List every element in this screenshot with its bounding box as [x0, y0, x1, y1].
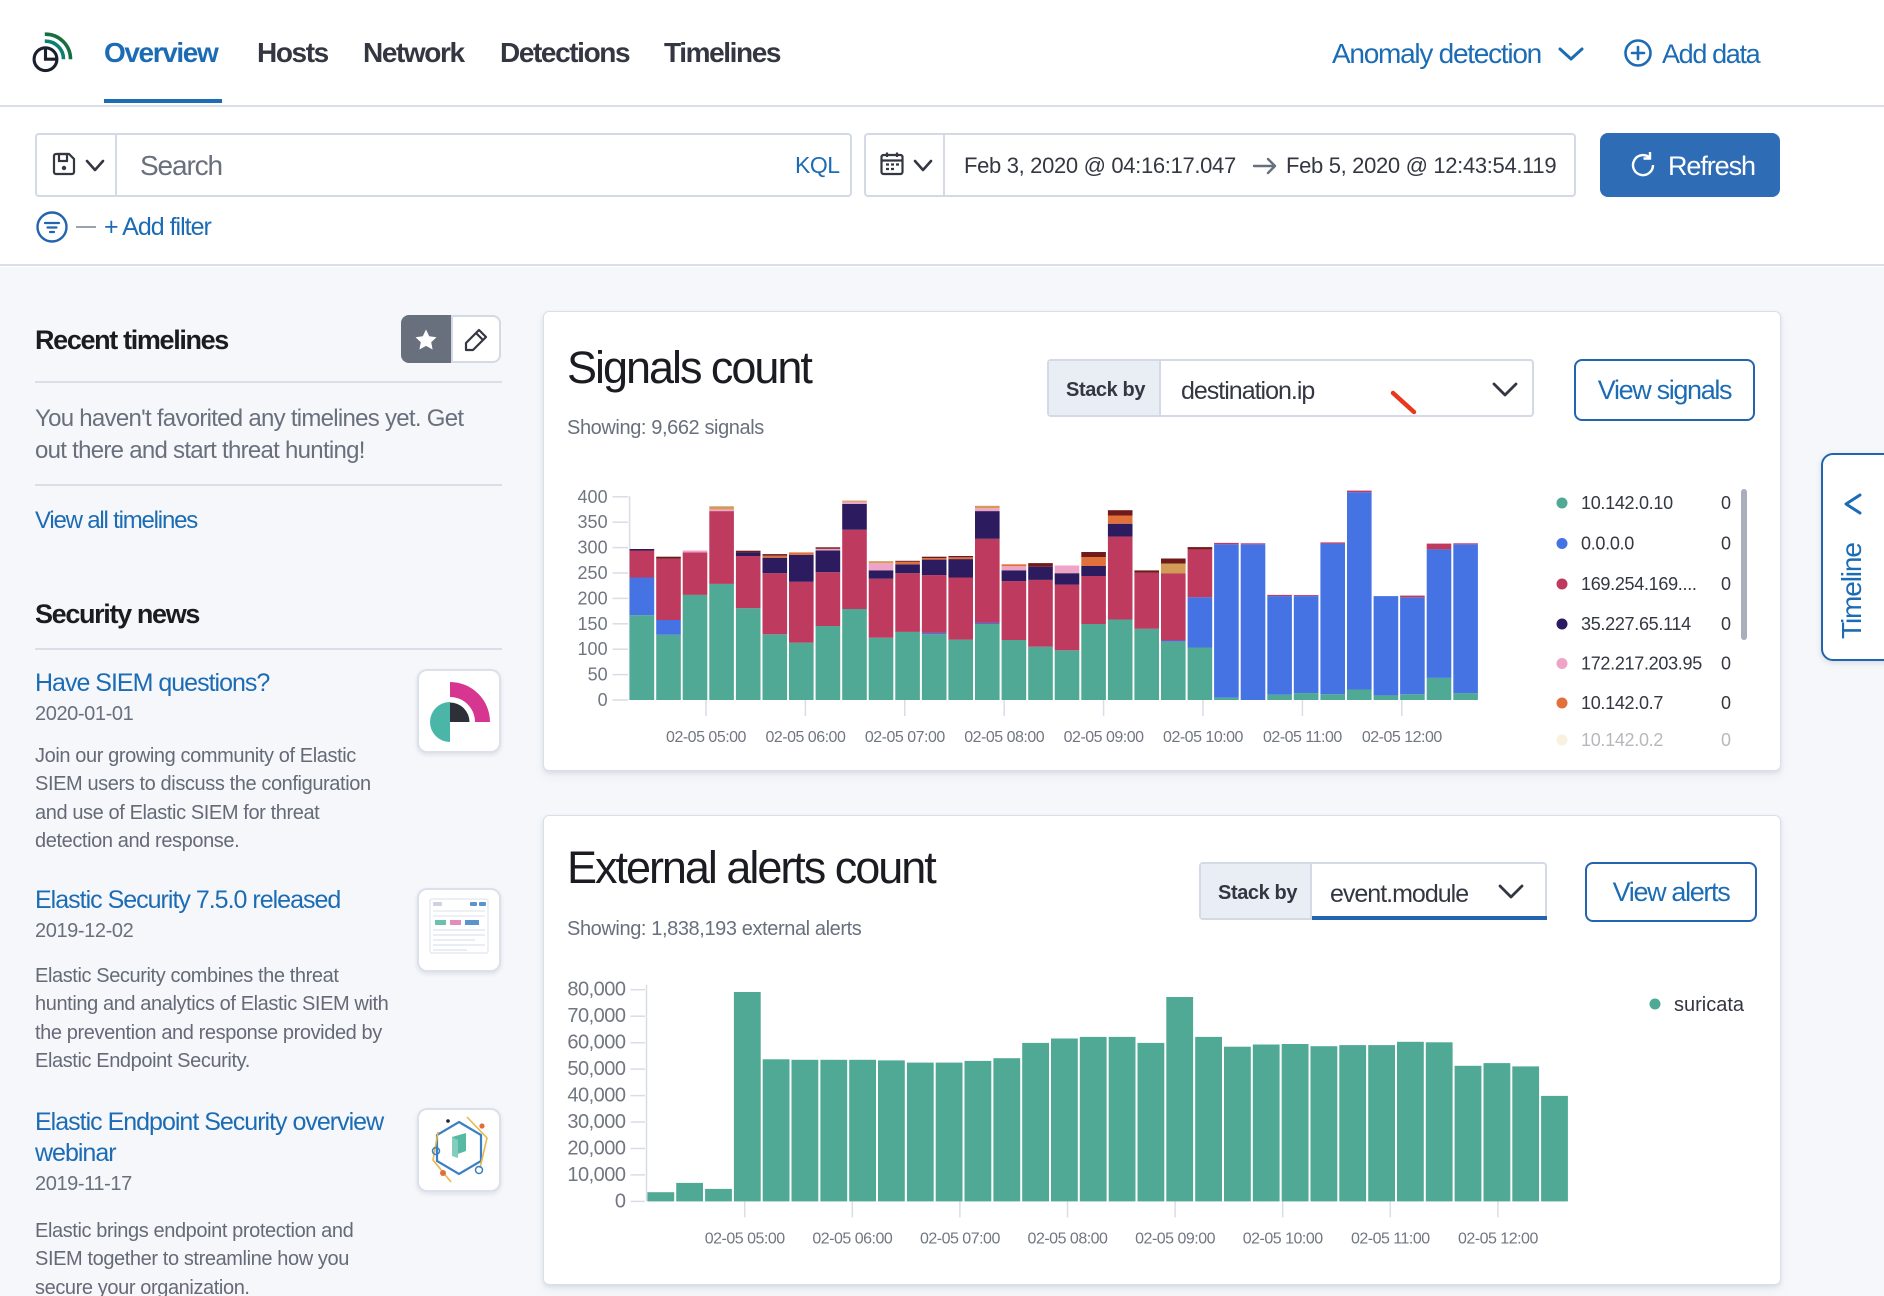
svg-text:02-05 06:00: 02-05 06:00 — [765, 729, 846, 746]
svg-text:02-05 08:00: 02-05 08:00 — [964, 729, 1045, 746]
svg-text:0: 0 — [1721, 614, 1731, 634]
svg-text:150: 150 — [578, 614, 608, 634]
svg-text:100: 100 — [578, 639, 608, 659]
svg-text:10.142.0.2: 10.142.0.2 — [1581, 730, 1663, 750]
svg-text:02-05 10:00: 02-05 10:00 — [1243, 1230, 1324, 1247]
svg-text:300: 300 — [578, 538, 608, 558]
svg-text:0: 0 — [1721, 493, 1731, 513]
svg-text:400: 400 — [578, 487, 608, 507]
svg-text:02-05 11:00: 02-05 11:00 — [1263, 729, 1342, 746]
svg-text:250: 250 — [578, 563, 608, 583]
svg-text:60,000: 60,000 — [567, 1032, 626, 1054]
svg-text:10,000: 10,000 — [567, 1164, 626, 1186]
svg-text:80,000: 80,000 — [567, 979, 626, 1001]
svg-text:02-05 12:00: 02-05 12:00 — [1458, 1230, 1539, 1247]
svg-text:350: 350 — [578, 512, 608, 532]
svg-text:0: 0 — [1721, 693, 1731, 713]
svg-text:02-05 09:00: 02-05 09:00 — [1064, 729, 1145, 746]
svg-text:0: 0 — [1721, 730, 1731, 750]
svg-text:50,000: 50,000 — [567, 1058, 626, 1080]
svg-text:10.142.0.10: 10.142.0.10 — [1581, 493, 1673, 513]
svg-text:30,000: 30,000 — [567, 1111, 626, 1133]
svg-text:0: 0 — [1721, 534, 1731, 554]
svg-text:169.254.169....: 169.254.169.... — [1581, 574, 1697, 594]
svg-text:02-05 12:00: 02-05 12:00 — [1362, 729, 1443, 746]
svg-text:suricata: suricata — [1674, 994, 1745, 1016]
svg-text:20,000: 20,000 — [567, 1138, 626, 1160]
svg-text:200: 200 — [578, 588, 608, 608]
svg-text:0: 0 — [1721, 574, 1731, 594]
svg-text:02-05 05:00: 02-05 05:00 — [666, 729, 747, 746]
svg-text:02-05 08:00: 02-05 08:00 — [1028, 1230, 1109, 1247]
svg-text:172.217.203.95: 172.217.203.95 — [1581, 654, 1702, 674]
svg-text:0: 0 — [598, 690, 608, 710]
svg-text:02-05 07:00: 02-05 07:00 — [920, 1230, 1001, 1247]
svg-text:40,000: 40,000 — [567, 1085, 626, 1107]
svg-text:02-05 07:00: 02-05 07:00 — [865, 729, 946, 746]
svg-text:02-05 10:00: 02-05 10:00 — [1163, 729, 1244, 746]
svg-text:0: 0 — [615, 1190, 626, 1212]
svg-text:02-05 11:00: 02-05 11:00 — [1351, 1230, 1430, 1247]
svg-text:02-05 06:00: 02-05 06:00 — [812, 1230, 893, 1247]
svg-text:10.142.0.7: 10.142.0.7 — [1581, 693, 1663, 713]
svg-text:02-05 05:00: 02-05 05:00 — [705, 1230, 786, 1247]
svg-text:0.0.0.0: 0.0.0.0 — [1581, 534, 1634, 554]
svg-text:50: 50 — [588, 665, 608, 685]
svg-text:0: 0 — [1721, 654, 1731, 674]
svg-text:02-05 09:00: 02-05 09:00 — [1135, 1230, 1216, 1247]
svg-text:70,000: 70,000 — [567, 1005, 626, 1027]
svg-text:35.227.65.114: 35.227.65.114 — [1581, 614, 1691, 634]
